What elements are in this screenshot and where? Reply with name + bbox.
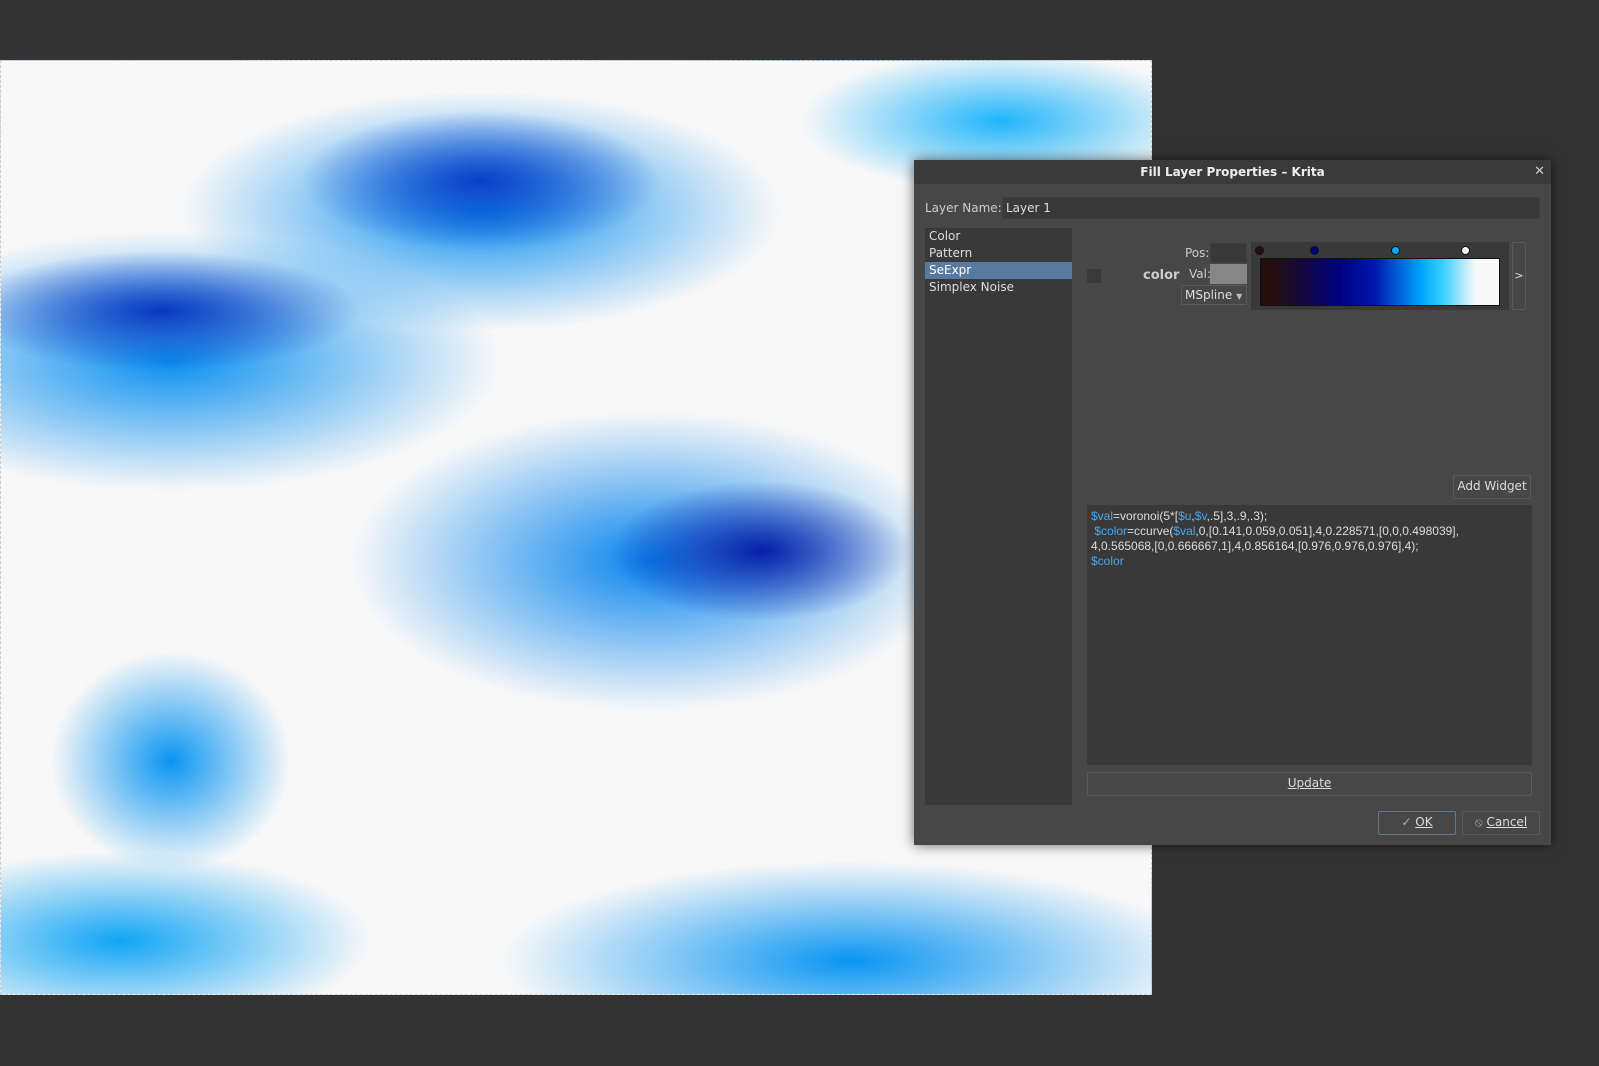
close-icon[interactable]: ✕: [1534, 160, 1545, 184]
chevron-down-icon: ▼: [1236, 292, 1243, 301]
pos-label: Pos:: [1185, 246, 1210, 260]
add-widget-button[interactable]: Add Widget: [1453, 475, 1531, 499]
check-icon: ✓: [1401, 815, 1412, 829]
fill-layer-dialog: Fill Layer Properties – Krita ✕ Layer Nam…: [914, 160, 1551, 845]
fill-type-list: Color Pattern SeExpr Simplex Noise: [925, 228, 1072, 805]
fill-type-seexpr[interactable]: SeExpr: [925, 262, 1072, 279]
cancel-button[interactable]: ⦸ Cancel: [1462, 811, 1540, 835]
color-stop-1[interactable]: [1255, 246, 1264, 255]
layer-name-label: Layer Name:: [925, 201, 1002, 215]
interpolation-value: MSpline: [1185, 288, 1233, 302]
color-gradient: [1260, 258, 1500, 306]
expression-editor[interactable]: $val=voronoi(5*[$u,$v,.5],3,.9,.3); $col…: [1087, 505, 1532, 765]
color-curve-editor[interactable]: [1251, 242, 1509, 310]
dialog-title: Fill Layer Properties – Krita: [1140, 165, 1325, 179]
title-bar: Fill Layer Properties – Krita ✕: [914, 160, 1551, 184]
color-stop-4[interactable]: [1461, 246, 1470, 255]
update-button[interactable]: Update: [1087, 772, 1532, 796]
ok-button[interactable]: ✓ OK: [1378, 811, 1456, 835]
fill-type-color[interactable]: Color: [925, 228, 1072, 245]
expand-button[interactable]: >: [1512, 242, 1526, 310]
pos-input[interactable]: [1210, 243, 1247, 263]
fill-type-simplex-noise[interactable]: Simplex Noise: [925, 279, 1072, 296]
interpolation-select[interactable]: MSpline ▼: [1181, 285, 1247, 305]
fill-type-pattern[interactable]: Pattern: [925, 245, 1072, 262]
layer-name-input[interactable]: [1002, 197, 1540, 219]
color-stop-3[interactable]: [1391, 246, 1400, 255]
cancel-icon: ⦸: [1474, 815, 1483, 829]
val-color-swatch[interactable]: [1210, 264, 1247, 284]
widget-checkbox[interactable]: [1087, 269, 1101, 283]
widget-name: color: [1143, 268, 1180, 283]
color-stop-2[interactable]: [1310, 246, 1319, 255]
val-label: Val:: [1189, 267, 1212, 281]
